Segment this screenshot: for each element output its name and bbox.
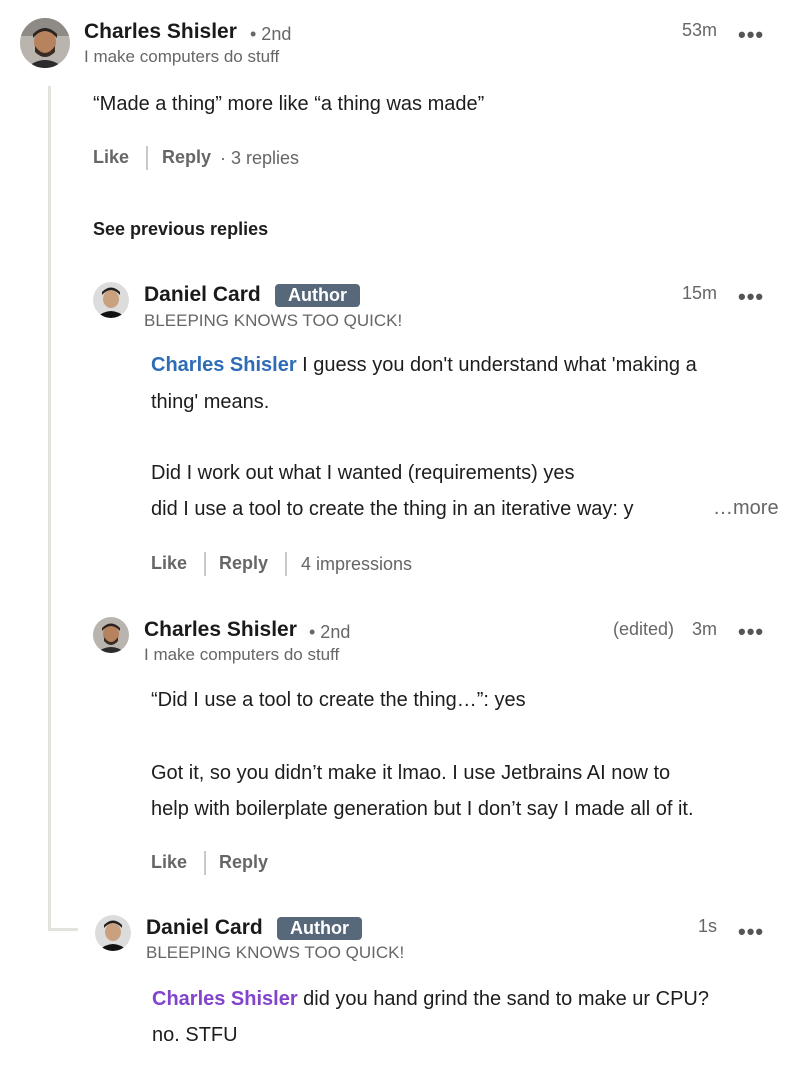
comment-text-line: thing' means. <box>151 391 270 413</box>
comment-timestamp: 53m <box>681 20 717 40</box>
commenter-headline: I make computers do stuff <box>144 645 340 664</box>
commenter-headline: BLEEPING KNOWS TOO QUICK! <box>146 943 405 962</box>
comment-text-line: I guess you don't understand what 'makin… <box>296 354 697 376</box>
more-options-icon[interactable]: ••• <box>738 921 764 943</box>
reply-button[interactable]: Reply <box>219 553 268 574</box>
divider <box>146 146 148 170</box>
see-previous-replies-button[interactable]: See previous replies <box>93 219 268 240</box>
commenter-headline: I make computers do stuff <box>84 47 280 66</box>
comment-text-line: help with boilerplate generation but I d… <box>151 798 694 820</box>
more-options-icon[interactable]: ••• <box>738 286 764 308</box>
comment-text: “Made a thing” more like “a thing was ma… <box>93 93 485 115</box>
more-options-icon[interactable]: ••• <box>738 24 764 46</box>
like-button[interactable]: Like <box>151 852 187 873</box>
comment-text-line: did I use a tool to create the thing in … <box>151 498 634 520</box>
comment-text: Charles Shisler I guess you don't unders… <box>151 347 697 383</box>
avatar[interactable] <box>93 282 129 318</box>
edited-label: (edited) <box>613 619 675 639</box>
comment-timestamp: 3m <box>691 619 717 639</box>
comment-text-line: “Did I use a tool to create the thing…”:… <box>151 689 526 711</box>
comment-text-line: Did I work out what I wanted (requiremen… <box>151 462 575 484</box>
like-button[interactable]: Like <box>93 147 129 168</box>
commenter-headline: BLEEPING KNOWS TOO QUICK! <box>144 311 403 330</box>
like-button[interactable]: Like <box>151 553 187 574</box>
replies-count[interactable]: · 3 replies <box>220 148 299 169</box>
mention-link[interactable]: Charles Shisler <box>152 988 298 1010</box>
commenter-name[interactable]: Daniel Card <box>146 916 263 940</box>
mention-link[interactable]: Charles Shisler <box>151 354 297 376</box>
comment-text-line: no. STFU <box>152 1024 238 1046</box>
divider <box>204 851 206 875</box>
more-options-icon[interactable]: ••• <box>738 621 764 643</box>
commenter-name[interactable]: Charles Shisler <box>84 20 237 44</box>
comment-timestamp: 1s <box>697 916 717 936</box>
impressions-count[interactable]: 4 impressions <box>301 554 412 575</box>
commenter-name[interactable]: Daniel Card <box>144 283 261 307</box>
thread-line <box>48 86 51 931</box>
see-more-link[interactable]: …more <box>713 497 779 520</box>
divider <box>204 552 206 576</box>
comment-text-line: Got it, so you didn’t make it lmao. I us… <box>151 762 671 784</box>
reply-button[interactable]: Reply <box>162 147 211 168</box>
divider <box>285 552 287 576</box>
avatar[interactable] <box>20 18 70 68</box>
avatar[interactable] <box>93 617 129 653</box>
avatar[interactable] <box>95 915 131 951</box>
author-badge: Author <box>277 917 362 940</box>
author-badge: Author <box>275 284 360 307</box>
comment-text-line: did you hand grind the sand to make ur C… <box>297 988 709 1010</box>
connection-degree: • 2nd <box>250 24 292 44</box>
comment-text: Charles Shisler did you hand grind the s… <box>152 981 709 1017</box>
commenter-name[interactable]: Charles Shisler <box>144 618 297 642</box>
reply-button[interactable]: Reply <box>219 852 268 873</box>
comment-timestamp: 15m <box>681 283 717 303</box>
connection-degree: • 2nd <box>309 622 351 642</box>
thread-line-connector <box>48 928 78 931</box>
